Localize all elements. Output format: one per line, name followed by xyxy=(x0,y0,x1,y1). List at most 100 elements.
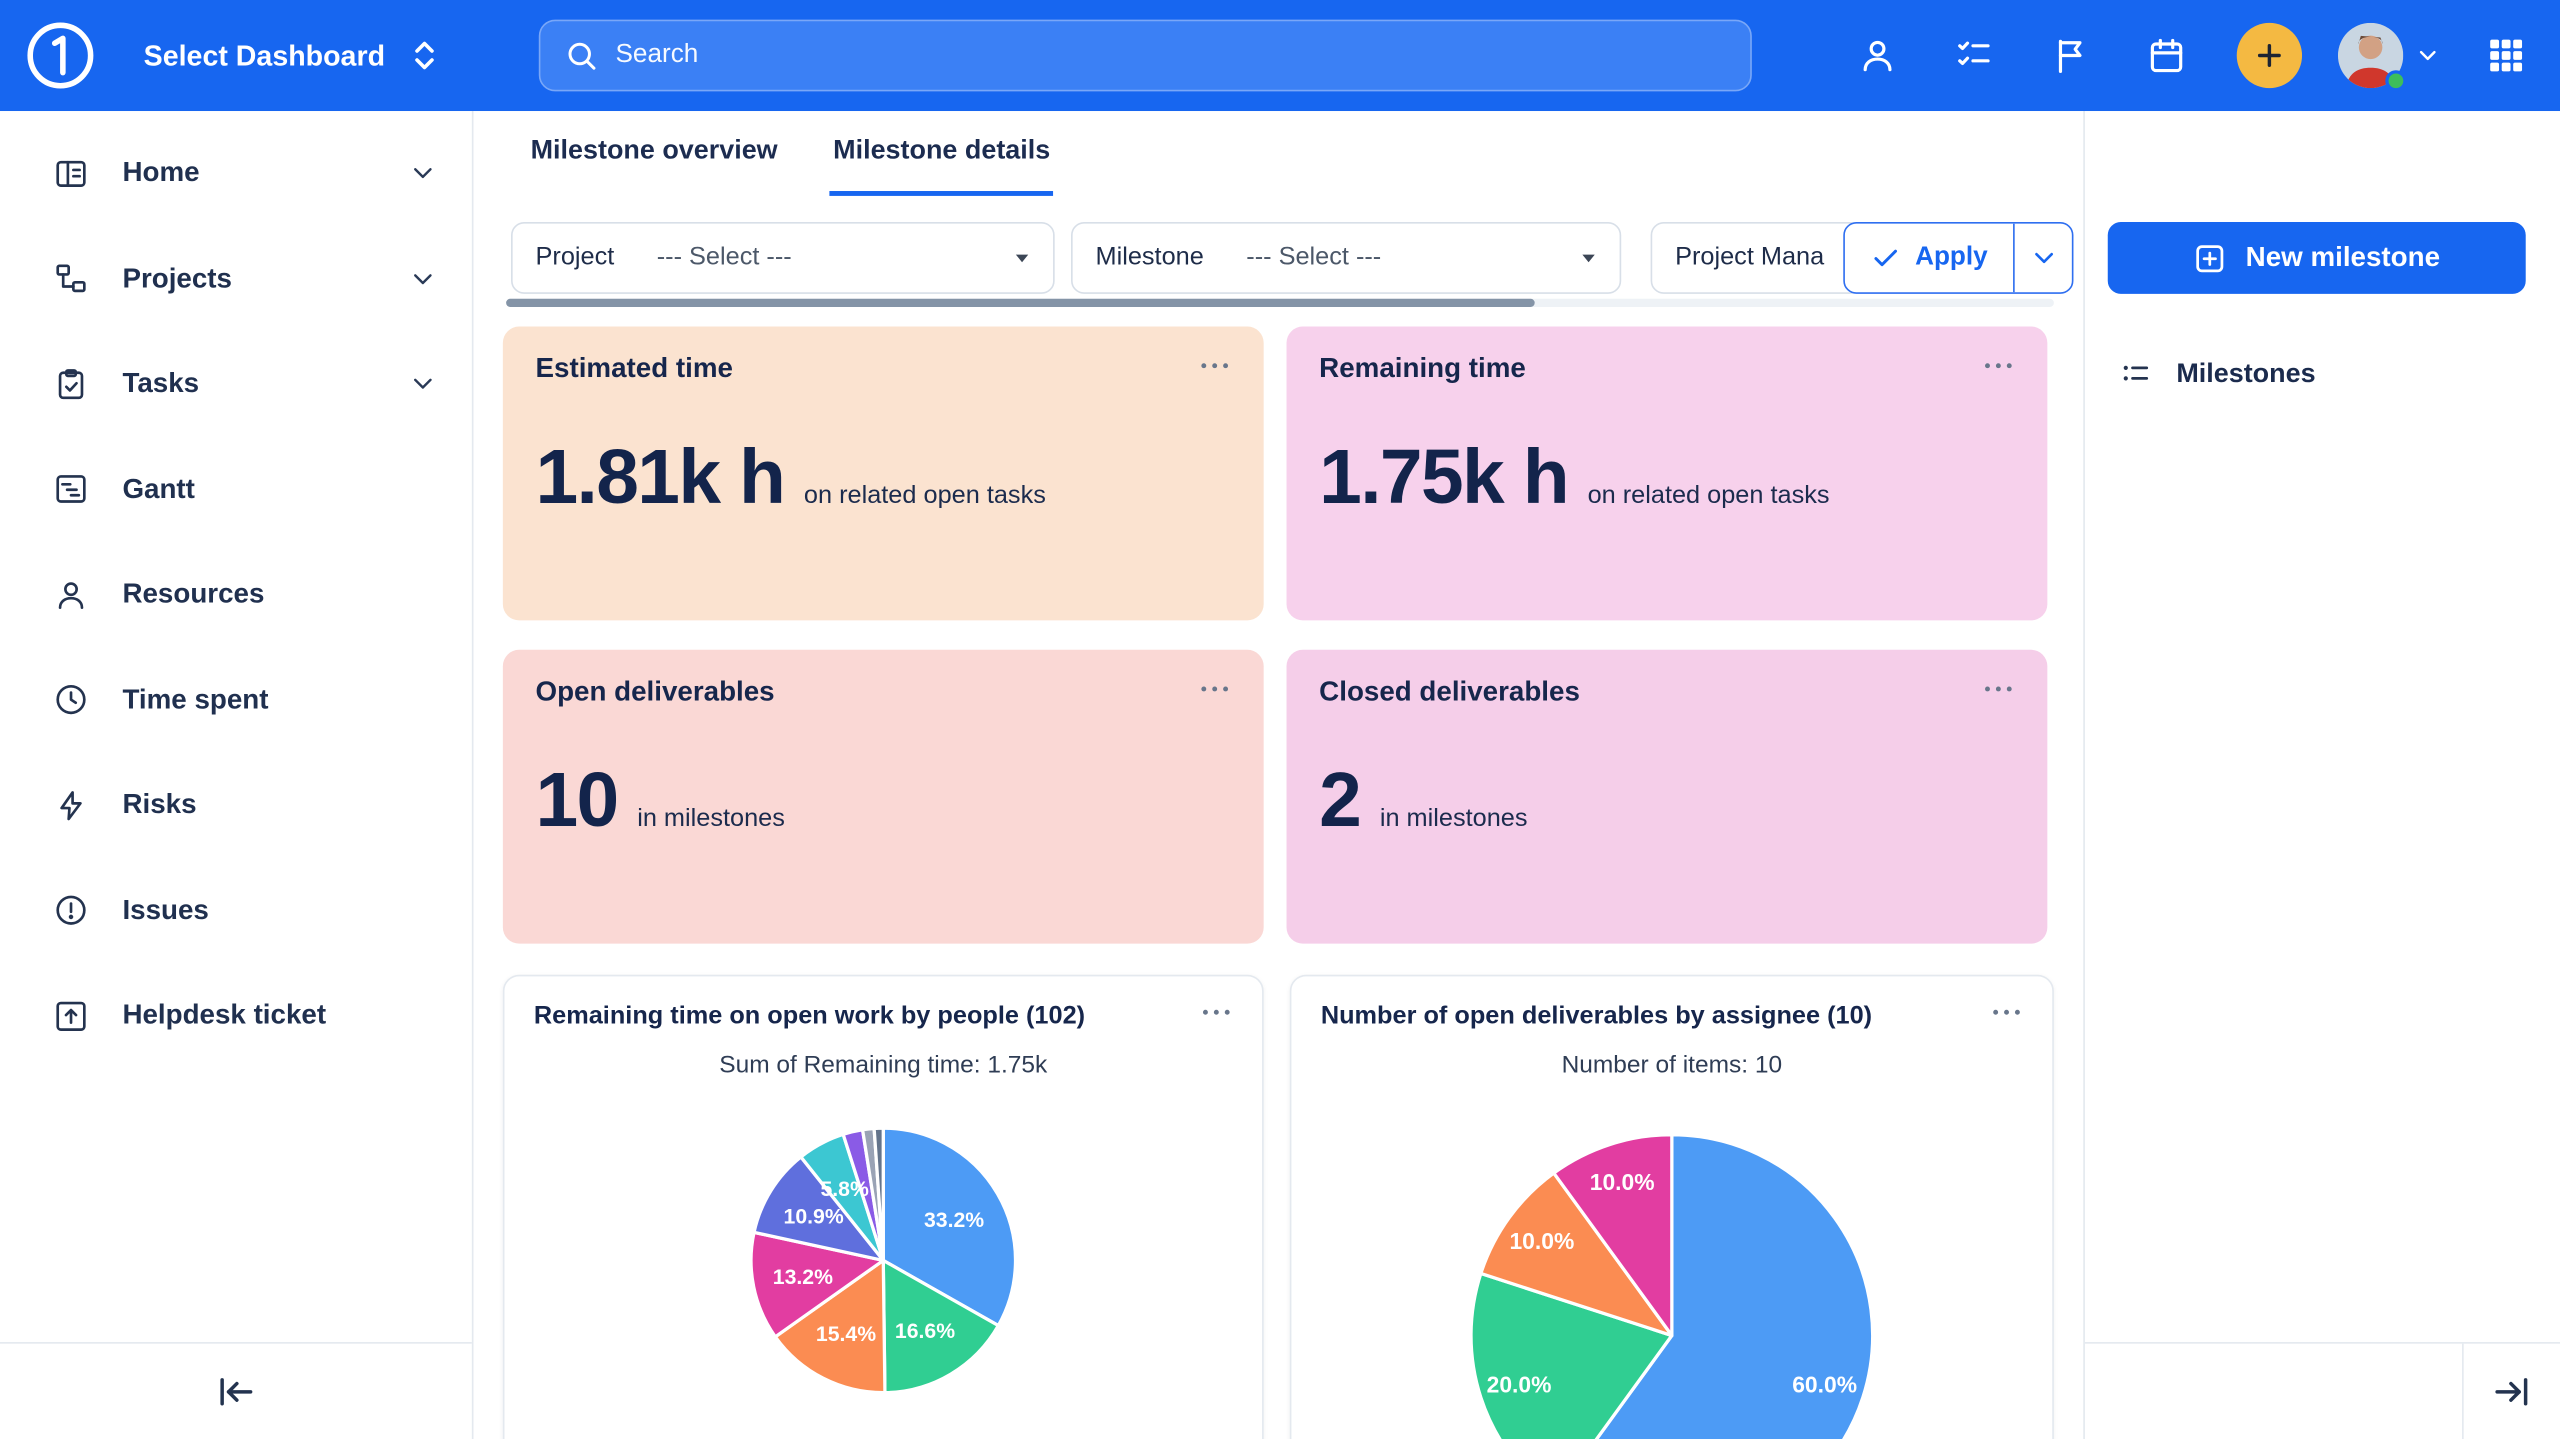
filter-label: Project Mana xyxy=(1652,243,1840,272)
chart-subtitle: Sum of Remaining time: 1.75k xyxy=(534,1050,1233,1083)
sidebar-item-label: Projects xyxy=(122,262,409,295)
new-milestone-button[interactable]: New milestone xyxy=(2108,222,2526,294)
kpi-caption: in milestones xyxy=(1380,805,1528,834)
sidebar-item-resources[interactable]: Resources xyxy=(0,542,472,647)
card-menu-icon[interactable] xyxy=(1990,1006,2023,1019)
user-icon[interactable] xyxy=(1856,34,1898,76)
pie-chart-remaining-time[interactable]: 33.2% 16.6% 15.4% 13.2% 10.9% 5.8% xyxy=(748,1125,1019,1396)
user-menu-chevron-icon[interactable] xyxy=(2416,44,2439,67)
apply-label: Apply xyxy=(1915,243,1988,272)
kpi-title: Remaining time xyxy=(1319,353,1526,386)
main-content: Milestone overview Milestone details Pro… xyxy=(473,111,2083,1439)
kpi-card-estimated-time: Estimated time 1.81k h on related open t… xyxy=(503,327,1264,621)
sidebar-item-projects[interactable]: Projects xyxy=(0,226,472,331)
search-bar xyxy=(539,20,1752,92)
dashboard-selector-label: Select Dashboard xyxy=(144,38,385,72)
chart-card-remaining-time-by-people: Remaining time on open work by people (1… xyxy=(503,975,1264,1439)
quick-add-button[interactable] xyxy=(2237,23,2302,88)
pie-slice-label: 5.8% xyxy=(820,1176,868,1200)
search-icon xyxy=(563,38,599,74)
sidebar-item-time-spent[interactable]: Time spent xyxy=(0,647,472,752)
apply-options-button[interactable] xyxy=(2014,224,2073,293)
tab-label: Milestone overview xyxy=(531,136,778,167)
pie-slice-label: 20.0% xyxy=(1487,1372,1552,1398)
sidebar-item-helpdesk-ticket[interactable]: Helpdesk ticket xyxy=(0,963,472,1068)
dashboard-selector[interactable]: Select Dashboard xyxy=(144,38,438,74)
chart-title: Number of open deliverables by assignee … xyxy=(1321,999,1872,1033)
kpi-card-remaining-time: Remaining time 1.75k h on related open t… xyxy=(1287,327,2048,621)
right-panel: New milestone Milestones xyxy=(2083,111,2560,1439)
collapse-sidebar-icon[interactable] xyxy=(214,1369,258,1413)
home-icon xyxy=(52,155,90,193)
filter-project-select[interactable]: --- Select --- xyxy=(631,243,1001,272)
kpi-card-open-deliverables: Open deliverables 10 in milestones xyxy=(503,650,1264,944)
card-menu-icon[interactable] xyxy=(1198,682,1231,695)
filters-scrollbar-track xyxy=(506,299,2054,307)
sidebar-item-label: Resources xyxy=(122,578,435,611)
filter-label: Milestone xyxy=(1073,243,1220,272)
tab-milestone-overview[interactable]: Milestone overview xyxy=(527,111,781,196)
card-menu-icon[interactable] xyxy=(1200,1006,1233,1019)
topbar-actions xyxy=(1802,0,2527,111)
new-milestone-label: New milestone xyxy=(2246,242,2440,275)
sidebar-footer xyxy=(0,1341,472,1439)
pie-slice-label: 13.2% xyxy=(773,1265,833,1289)
filters-scrollbar-thumb[interactable] xyxy=(506,299,1535,307)
sidebar-item-home[interactable]: Home xyxy=(0,121,472,226)
issues-icon xyxy=(52,892,90,930)
helpdesk-icon xyxy=(52,997,90,1035)
chevron-down-icon[interactable] xyxy=(410,371,436,397)
filter-project-manager[interactable]: Project Mana xyxy=(1651,222,1863,294)
sidebar-item-label: Issues xyxy=(122,894,435,927)
tab-milestone-details[interactable]: Milestone details xyxy=(830,111,1054,196)
apps-grid-icon[interactable] xyxy=(2485,34,2527,76)
sidebar-item-label: Home xyxy=(122,157,409,190)
pie-slice-label: 15.4% xyxy=(816,1321,876,1345)
list-icon xyxy=(2118,356,2154,392)
milestones-list-item[interactable]: Milestones xyxy=(2085,338,2560,410)
search-input[interactable] xyxy=(616,41,1728,70)
sidebar-item-label: Time spent xyxy=(122,684,435,717)
sort-updown-icon xyxy=(411,38,437,74)
kpi-value: 1.81k h xyxy=(536,438,785,515)
pie-slice-label: 16.6% xyxy=(895,1319,955,1343)
card-menu-icon[interactable] xyxy=(1982,359,2015,372)
right-panel-footer xyxy=(2085,1341,2560,1439)
card-menu-icon[interactable] xyxy=(1982,682,2015,695)
chevron-down-icon[interactable] xyxy=(410,266,436,292)
user-menu[interactable] xyxy=(2338,23,2403,88)
time-spent-icon xyxy=(52,681,90,719)
sidebar-item-risks[interactable]: Risks xyxy=(0,753,472,858)
kpi-value: 2 xyxy=(1319,761,1360,838)
kpi-title: Estimated time xyxy=(536,353,733,386)
apply-button[interactable]: Apply xyxy=(1845,224,2014,293)
filter-milestone[interactable]: Milestone --- Select --- xyxy=(1071,222,1621,294)
dropdown-arrow-icon xyxy=(1011,247,1034,270)
pie-slice-label: 10.9% xyxy=(784,1205,844,1229)
calendar-icon[interactable] xyxy=(2145,34,2187,76)
gantt-icon xyxy=(52,471,90,509)
risks-icon xyxy=(52,787,90,825)
filter-project[interactable]: Project --- Select --- xyxy=(511,222,1055,294)
chart-title: Remaining time on open work by people (1… xyxy=(534,999,1085,1033)
expand-panel-icon[interactable] xyxy=(2490,1369,2534,1413)
kpi-caption: on related open tasks xyxy=(1588,482,1830,511)
filter-milestone-select[interactable]: --- Select --- xyxy=(1220,243,1567,272)
chart-card-deliverables-by-assignee: Number of open deliverables by assignee … xyxy=(1290,975,2054,1439)
dropdown-arrow-icon xyxy=(1577,247,1600,270)
card-menu-icon[interactable] xyxy=(1198,359,1231,372)
sidebar-item-issues[interactable]: Issues xyxy=(0,858,472,963)
sidebar-item-label: Gantt xyxy=(122,473,435,506)
flag-icon[interactable] xyxy=(2049,34,2091,76)
pie-slice-label: 33.2% xyxy=(924,1207,984,1231)
app-logo[interactable] xyxy=(20,15,102,97)
checklist-icon[interactable] xyxy=(1953,34,1995,76)
sidebar-item-gantt[interactable]: Gantt xyxy=(0,437,472,542)
sidebar-item-tasks[interactable]: Tasks xyxy=(0,331,472,436)
plus-square-icon xyxy=(2193,241,2227,275)
milestones-label: Milestones xyxy=(2176,358,2315,389)
online-status-dot xyxy=(2385,70,2406,91)
pie-chart-deliverables[interactable]: 60.0%20.0%10.0%10.0% xyxy=(1468,1131,1876,1439)
tab-bar: Milestone overview Milestone details xyxy=(473,111,2083,196)
chevron-down-icon[interactable] xyxy=(410,160,436,186)
